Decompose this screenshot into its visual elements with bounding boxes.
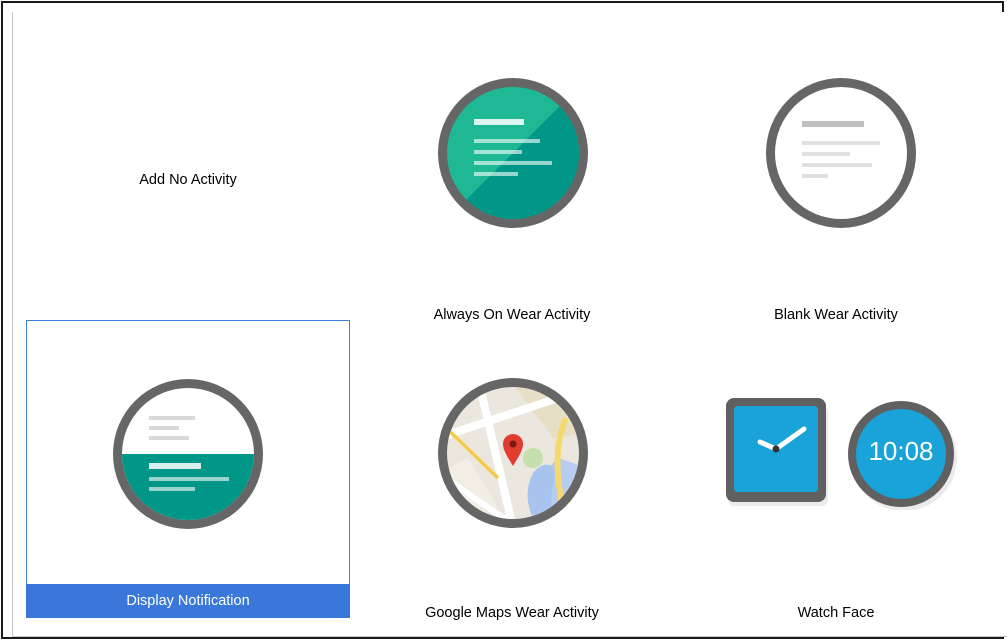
template-google-maps-wear-activity[interactable]: Google Maps Wear Activity: [350, 320, 674, 621]
template-label: Watch Face: [797, 605, 875, 621]
template-watch-face[interactable]: 10:08 Watch Face: [674, 320, 998, 621]
watch-face-time: 10:08: [868, 436, 934, 466]
notification-watch-icon: [113, 379, 263, 534]
blank-watch-icon: [766, 78, 916, 233]
template-label: Display Notification: [26, 584, 350, 618]
template-blank-wear-activity[interactable]: Blank Wear Activity: [674, 22, 998, 323]
template-always-on-wear-activity[interactable]: Always On Wear Activity: [350, 22, 674, 323]
map-watch-icon: [438, 378, 588, 533]
template-display-notification[interactable]: Display Notification: [26, 320, 350, 618]
template-gallery-frame: Add No Activity Always On Wear Activity …: [1, 1, 1007, 639]
square-watch-icon: [726, 398, 830, 513]
template-label: Add No Activity: [139, 172, 237, 188]
wear-watch-icon: [438, 78, 588, 233]
template-label: Google Maps Wear Activity: [425, 605, 599, 621]
template-grid: Add No Activity Always On Wear Activity …: [12, 12, 1007, 637]
template-add-no-activity[interactable]: Add No Activity: [26, 22, 350, 320]
